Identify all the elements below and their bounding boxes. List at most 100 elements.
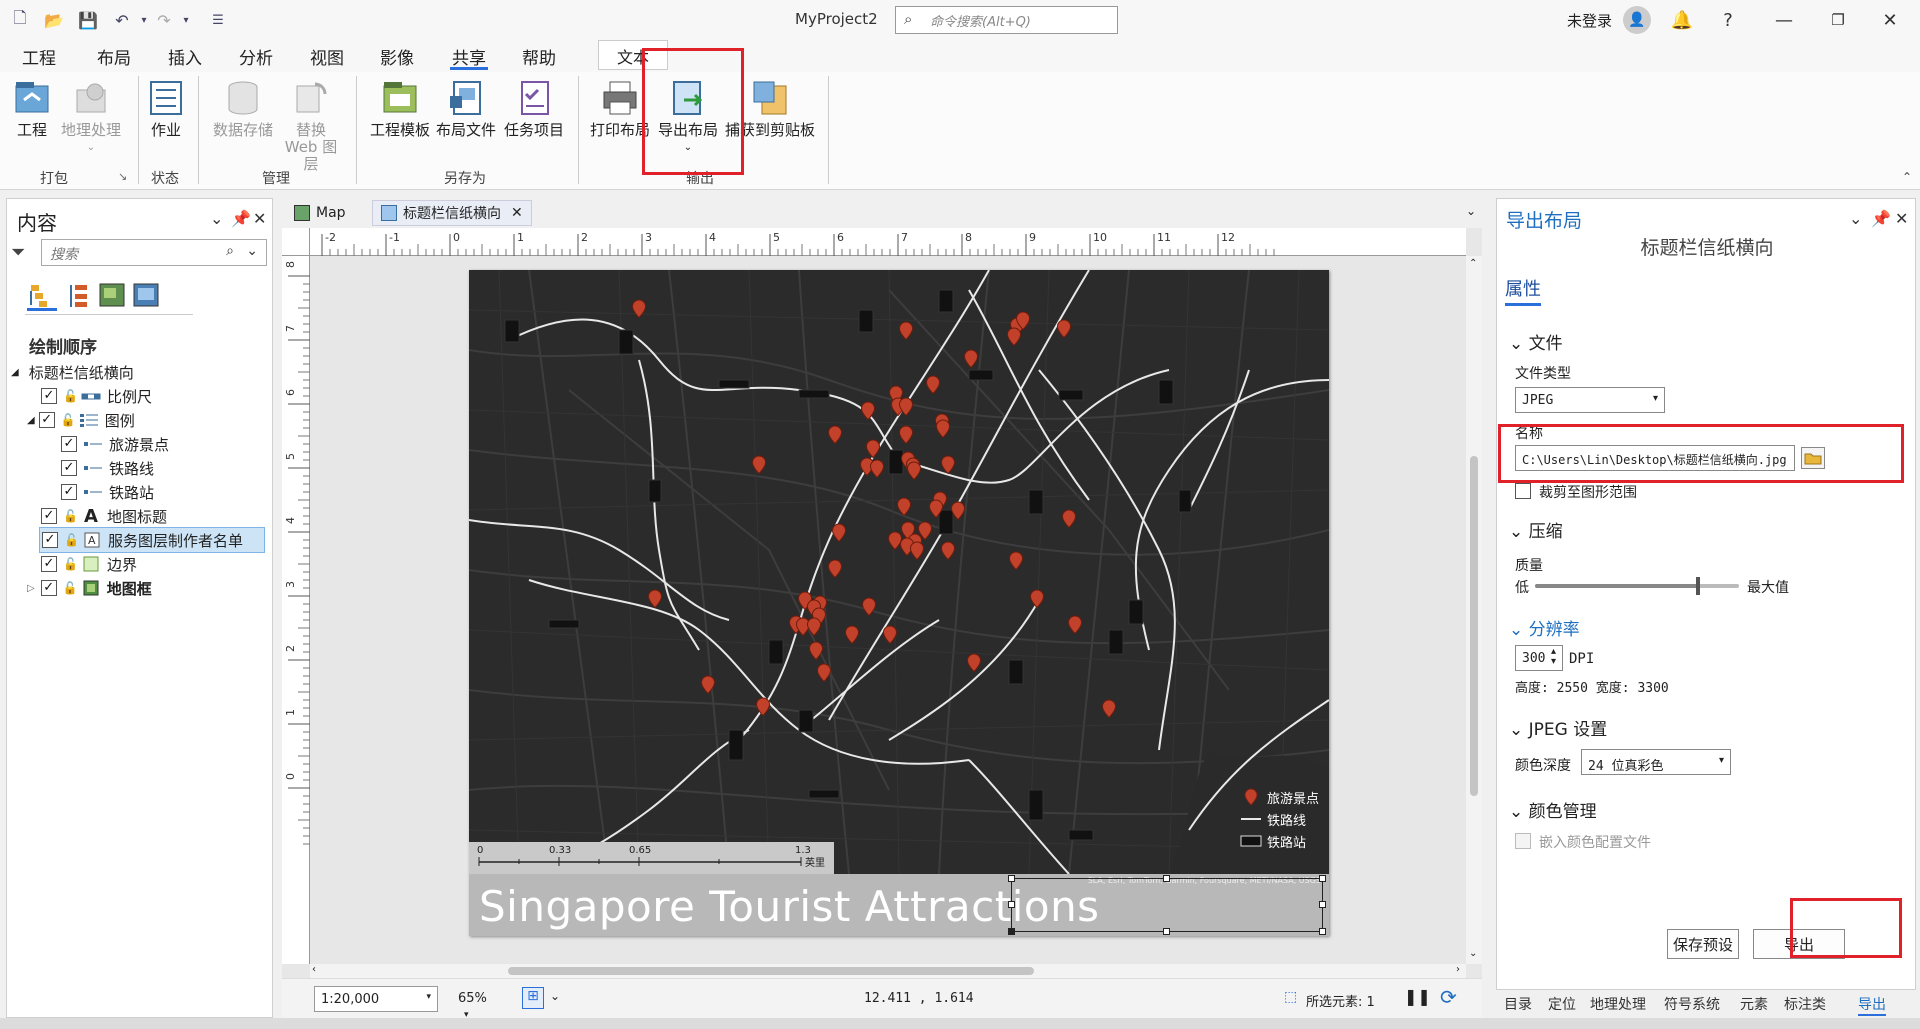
project-template-button[interactable]: 工程模板 — [368, 78, 432, 139]
project-button[interactable]: 工程 — [12, 78, 52, 139]
selection-handle[interactable] — [1163, 928, 1170, 935]
tab-export[interactable]: 导出 — [1858, 994, 1886, 1016]
selection-handle[interactable] — [1319, 928, 1326, 935]
user-avatar-icon[interactable]: 👤 — [1623, 6, 1651, 34]
scroll-up-icon[interactable]: ⌃ — [1469, 258, 1477, 269]
quality-slider[interactable] — [1535, 577, 1739, 595]
replace-web-layer-button[interactable]: 替换 Web 图层 — [278, 78, 344, 173]
tree-item-rail-lines[interactable]: ✓ 铁路线 — [61, 455, 154, 481]
open-folder-icon[interactable]: 📂 — [44, 10, 64, 30]
tree-item-tourist-attractions[interactable]: ✓ 旅游景点 — [61, 431, 169, 457]
zoom-combobox[interactable]: 65% ▾ — [452, 986, 504, 1020]
selected-elements-icon[interactable]: ⬚ — [1284, 989, 1297, 1005]
scroll-right-icon[interactable]: › — [1456, 964, 1460, 975]
tab-help[interactable]: 帮助 — [520, 44, 558, 70]
section-compression[interactable]: ⌄ 压缩 — [1509, 517, 1563, 542]
visibility-checkbox[interactable]: ✓ — [61, 460, 77, 476]
map-title[interactable]: Singapore Tourist Attractions — [479, 882, 1100, 931]
tree-item-border[interactable]: ✓ 🔓 边界 — [41, 551, 137, 577]
lock-icon[interactable]: 🔓 — [63, 509, 78, 523]
layout-file-button[interactable]: 布局文件 — [436, 78, 496, 139]
clip-to-graphics-checkbox[interactable] — [1515, 483, 1531, 499]
tab-layout[interactable]: 布局 — [95, 44, 133, 70]
scroll-left-icon[interactable]: ‹ — [312, 964, 316, 975]
visibility-checkbox[interactable]: ✓ — [41, 556, 57, 572]
selection-handle[interactable] — [1319, 875, 1326, 882]
tab-symbology[interactable]: 符号系统 — [1664, 994, 1720, 1014]
list-by-drawing-order-icon[interactable] — [27, 281, 57, 311]
expand-triangle-icon[interactable]: ▷ — [27, 583, 35, 594]
dpi-stepper[interactable]: 300 ▴ ▾ — [1515, 645, 1563, 671]
redo-dropdown-icon[interactable]: ▾ — [176, 10, 196, 30]
quality-slider-thumb[interactable] — [1696, 577, 1701, 595]
tab-label-class[interactable]: 标注类 — [1784, 994, 1826, 1014]
pause-drawing-icon[interactable]: ❚❚ — [1404, 987, 1431, 1006]
embed-profile-checkbox[interactable] — [1515, 833, 1531, 849]
collapse-ribbon-icon[interactable]: ⌃ — [1902, 170, 1912, 184]
tab-project[interactable]: 工程 — [20, 44, 58, 70]
snapping-icon[interactable]: ⊞ — [522, 987, 544, 1009]
stepper-arrows-icon[interactable]: ▴ ▾ — [1551, 647, 1556, 667]
customize-toolbar-icon[interactable]: ☰ — [208, 10, 228, 30]
selection-handle[interactable] — [1319, 901, 1326, 908]
scale-bar[interactable]: 0 0.33 0.65 1.3 英里 — [469, 842, 834, 874]
save-preset-button[interactable]: 保存预设 — [1667, 929, 1739, 959]
selection-handle[interactable] — [1008, 901, 1015, 908]
section-jpeg-settings[interactable]: ⌄ JPEG 设置 — [1509, 715, 1607, 740]
restore-icon[interactable]: ❐ — [1824, 8, 1852, 32]
lock-icon[interactable]: 🔓 — [64, 533, 79, 547]
new-project-icon[interactable]: 🗋 — [10, 8, 30, 30]
visibility-checkbox[interactable]: ✓ — [42, 532, 58, 548]
section-color-management[interactable]: ⌄ 颜色管理 — [1509, 797, 1597, 822]
tree-item-rail-stations[interactable]: ✓ 铁路站 — [61, 479, 154, 505]
filter-icon[interactable]: ⏷ — [11, 242, 25, 263]
scale-combobox[interactable]: 1:20,000 ▾ — [314, 986, 438, 1012]
collapse-triangle-icon[interactable]: ◢ — [11, 367, 19, 378]
geoprocessing-package-button[interactable]: 地理处理 ⌄ — [56, 78, 126, 156]
pane-menu-icon[interactable]: ⌄ — [1849, 209, 1862, 228]
pane-close-icon[interactable]: ✕ — [253, 209, 266, 228]
tree-item-service-credits[interactable]: ✓ 🔓 A 服务图层制作者名单 — [39, 527, 265, 553]
command-search-input[interactable]: ⌕ 命令搜索(Alt+Q) — [895, 6, 1118, 34]
notification-bell-icon[interactable]: 🔔 — [1668, 8, 1696, 32]
lock-icon[interactable]: 🔓 — [61, 413, 76, 427]
tree-item-legend[interactable]: ◢ ✓ 🔓 图例 — [27, 407, 135, 433]
tab-element[interactable]: 元素 — [1740, 994, 1768, 1014]
layout-view[interactable]: -2 -1 0 1 2 3 4 5 6 7 8 9 10 11 12 876543210 — [282, 228, 1482, 978]
list-by-selection-icon[interactable] — [97, 281, 127, 311]
map-frame[interactable] — [469, 270, 1329, 874]
close-tab-icon[interactable]: ✕ — [511, 205, 523, 221]
visibility-checkbox[interactable]: ✓ — [41, 508, 57, 524]
tab-properties[interactable]: 属性 — [1505, 275, 1541, 306]
help-icon[interactable]: ? — [1714, 8, 1742, 32]
visibility-checkbox[interactable]: ✓ — [61, 436, 77, 452]
save-icon[interactable]: 💾 — [78, 10, 98, 30]
chevron-down-icon[interactable]: ⌄ — [246, 243, 258, 259]
visibility-checkbox[interactable]: ✓ — [38, 412, 55, 428]
tab-share[interactable]: 共享 — [450, 44, 488, 70]
pane-menu-icon[interactable]: ⌄ — [210, 209, 223, 228]
section-resolution[interactable]: ⌄ 分辨率 — [1509, 615, 1580, 640]
chevron-down-icon[interactable]: ▾ — [426, 992, 431, 1002]
lock-icon[interactable]: 🔓 — [63, 557, 78, 571]
undo-icon[interactable]: ↶ — [112, 10, 132, 30]
tab-view[interactable]: 视图 — [308, 44, 346, 70]
tab-catalog[interactable]: 目录 — [1504, 994, 1532, 1014]
color-depth-select[interactable]: 24 位真彩色 ▾ — [1581, 749, 1731, 775]
selection-handle[interactable] — [1008, 875, 1015, 882]
list-by-source-icon[interactable] — [63, 281, 93, 311]
pane-pin-icon[interactable]: 📌 — [1871, 209, 1891, 228]
data-store-button[interactable]: 数据存储 — [208, 78, 278, 139]
contents-search-input[interactable]: 搜索 ⌕ ⌄ — [41, 239, 267, 266]
expand-triangle-icon[interactable]: ◢ — [27, 415, 35, 426]
login-status[interactable]: 未登录 — [1567, 10, 1612, 31]
vertical-scrollbar[interactable]: ⌃ ⌄ — [1466, 256, 1482, 964]
visibility-checkbox[interactable]: ✓ — [41, 388, 57, 404]
undo-dropdown-icon[interactable]: ▾ — [134, 10, 154, 30]
layout-tree-root[interactable]: ◢ 标题栏信纸横向 — [11, 359, 134, 385]
scroll-thumb[interactable] — [1470, 456, 1478, 796]
close-window-icon[interactable]: ✕ — [1876, 8, 1904, 32]
tree-item-map-frame[interactable]: ▷ ✓ 🔓 地图框 — [27, 575, 152, 601]
refresh-icon[interactable]: ⟳ — [1440, 985, 1457, 1009]
minimize-icon[interactable]: — — [1770, 8, 1798, 32]
